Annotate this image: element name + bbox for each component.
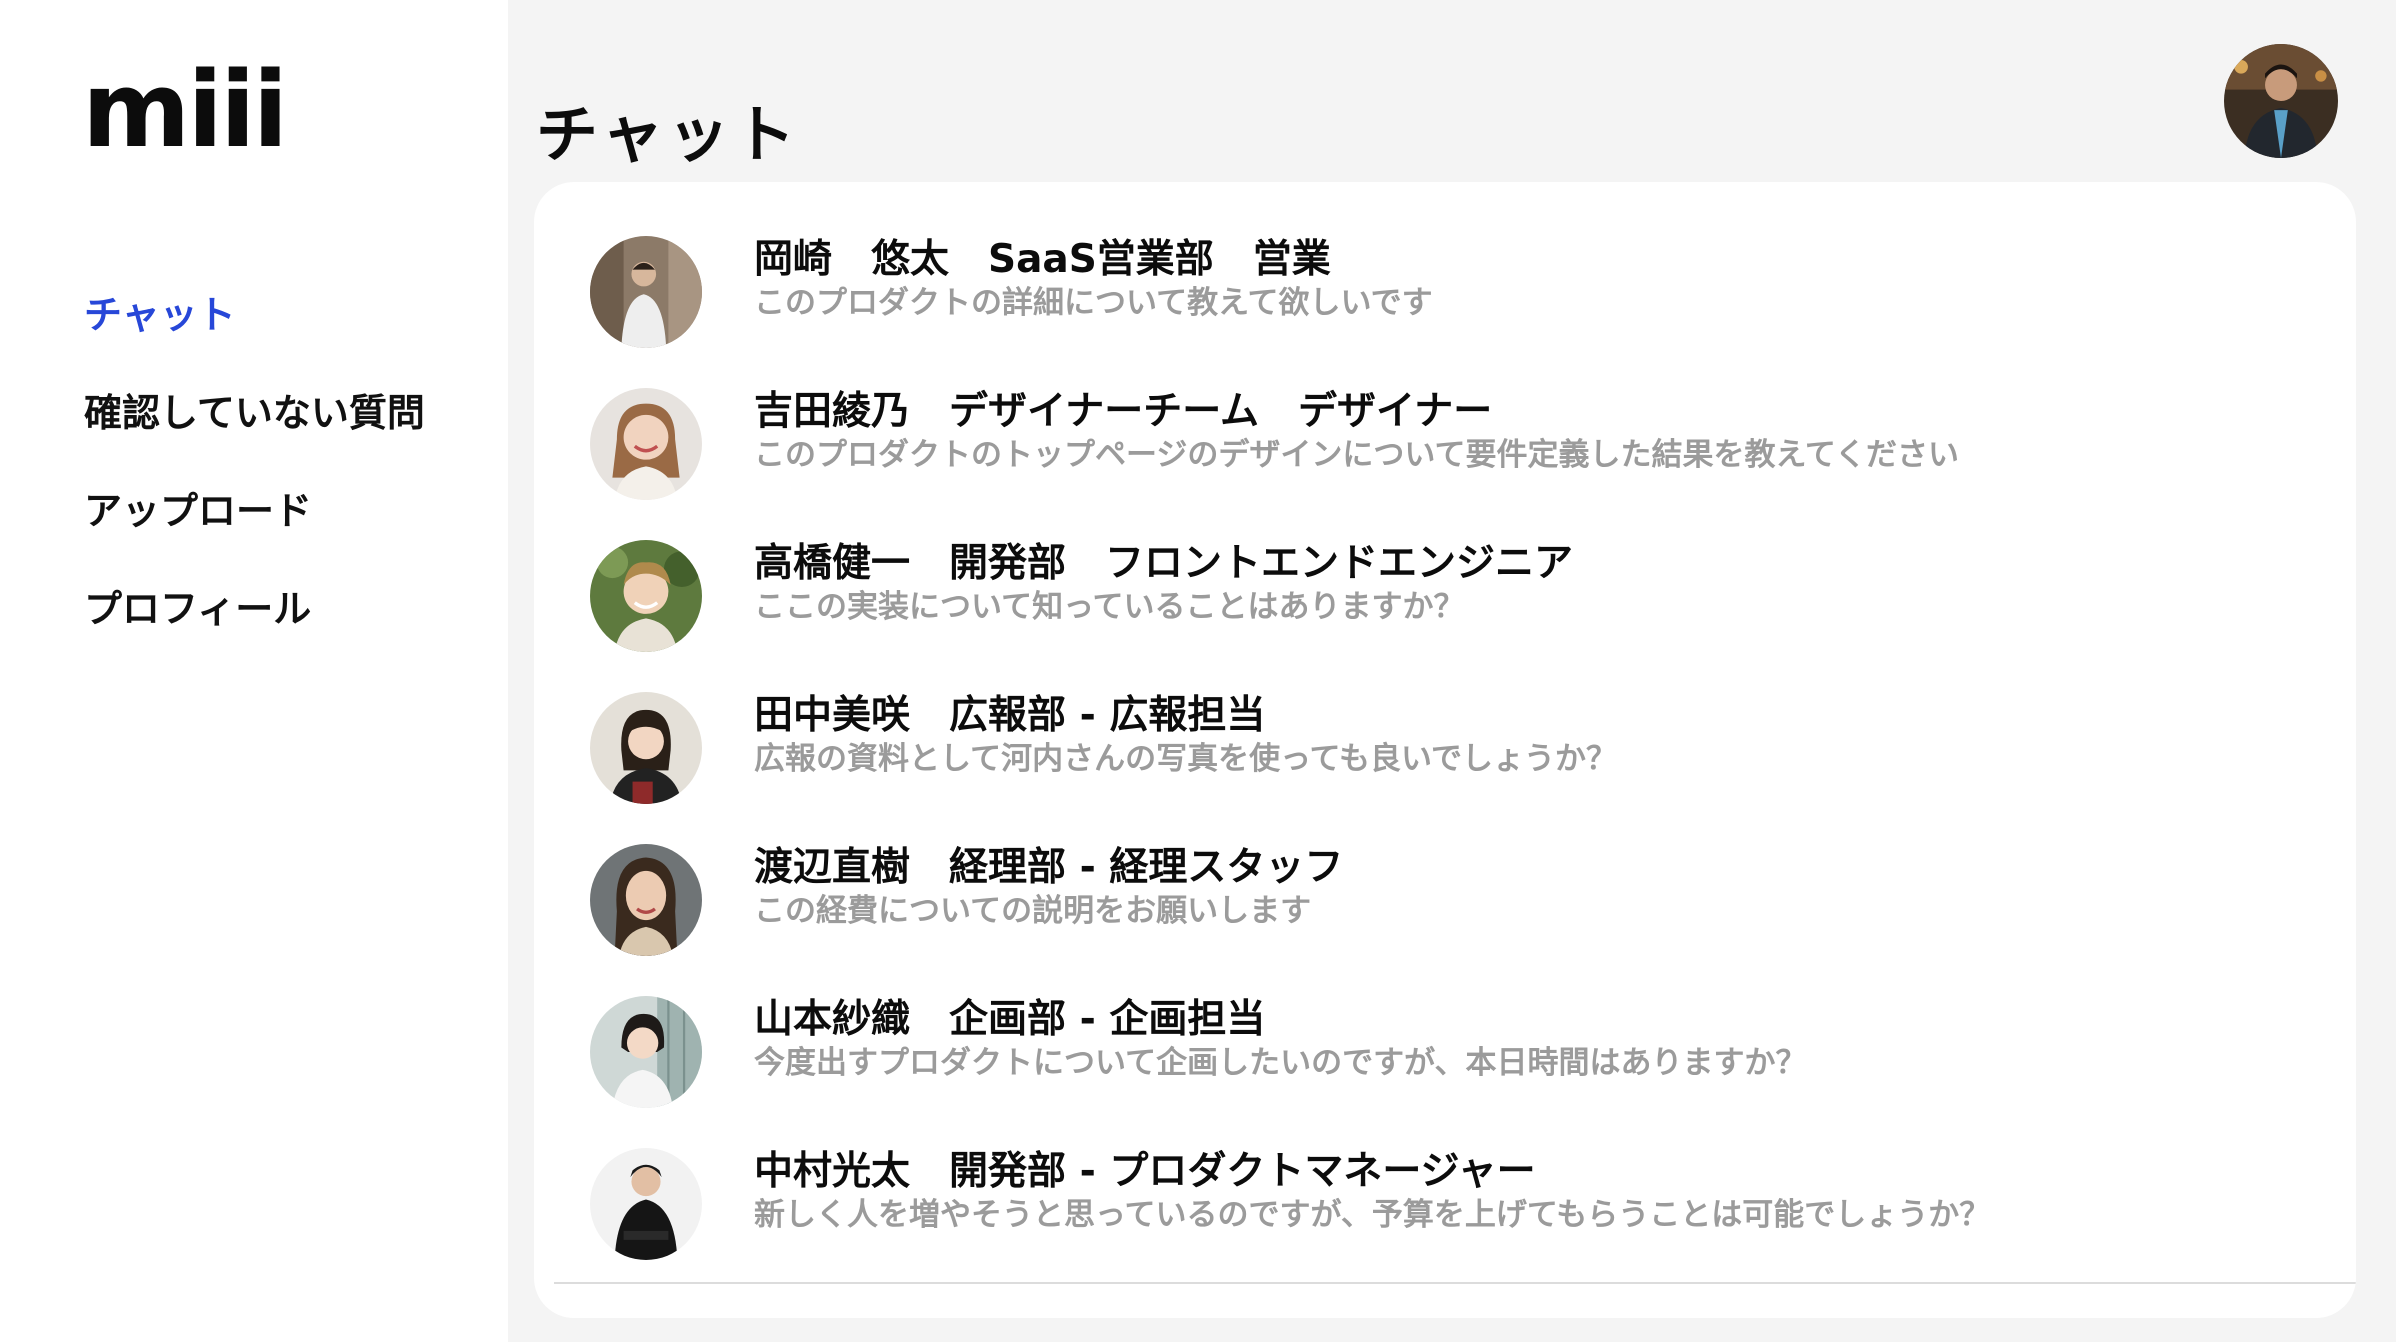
avatar-photo xyxy=(590,236,702,348)
sidebar-item-upload[interactable]: アップロード xyxy=(84,458,425,556)
chat-avatar xyxy=(590,388,702,500)
chat-sender-name: 渡辺直樹 経理部 - 経理スタッフ xyxy=(754,845,1344,890)
chat-message-preview: ここの実装について知っていることはありますか？ xyxy=(754,589,1465,625)
chat-item[interactable]: 山本紗織 企画部 - 企画担当 今度出すプロダクトについて企画したいのですが、本… xyxy=(590,996,2330,1148)
chat-item[interactable]: 高橋健一 開発部 フロントエンドエンジニア ここの実装について知っていることはあ… xyxy=(590,540,2330,692)
chat-item[interactable]: 岡崎 悠太 SaaS営業部 営業 このプロダクトの詳細について教えて欲しいです xyxy=(590,236,2330,388)
chat-avatar xyxy=(590,692,702,804)
avatar-photo xyxy=(590,844,702,956)
avatar-photo xyxy=(590,996,702,1108)
sidebar: miii チャット 確認していない質問 アップロード プロフィール xyxy=(0,0,508,1342)
chat-message-preview: このプロダクトの詳細について教えて欲しいです xyxy=(754,285,1433,321)
chat-avatar xyxy=(590,996,702,1108)
chat-sender-name: 中村光太 開発部 - プロダクトマネージャー xyxy=(754,1149,1536,1194)
chat-avatar xyxy=(590,540,702,652)
page-title: チャット xyxy=(536,97,800,171)
chat-item[interactable]: 渡辺直樹 経理部 - 経理スタッフ この経費についての説明をお願いします xyxy=(590,844,2330,996)
chat-avatar xyxy=(590,844,702,956)
chat-sender-name: 岡崎 悠太 SaaS営業部 営業 xyxy=(754,237,1331,282)
chat-message-preview: 今度出すプロダクトについて企画したいのですが、本日時間はありますか？ xyxy=(754,1045,1807,1081)
avatar-photo xyxy=(590,540,702,652)
sidebar-item-profile[interactable]: プロフィール xyxy=(84,556,425,654)
chat-sender-name: 山本紗織 企画部 - 企画担当 xyxy=(754,997,1266,1042)
chat-sender-name: 吉田綾乃 デザイナーチーム デザイナー xyxy=(754,389,1493,434)
chat-avatar xyxy=(590,1148,702,1260)
chat-item[interactable]: 吉田綾乃 デザイナーチーム デザイナー このプロダクトのトップページのデザインに… xyxy=(590,388,2330,540)
chat-sender-name: 高橋健一 開発部 フロントエンドエンジニア xyxy=(754,541,1574,586)
sidebar-item-unconfirmed-questions[interactable]: 確認していない質問 xyxy=(84,360,425,458)
chat-message-preview: このプロダクトのトップページのデザインについて要件定義した結果を教えてください xyxy=(754,437,1959,473)
avatar-photo xyxy=(590,692,702,804)
app-logo[interactable]: miii xyxy=(82,58,288,162)
chat-list: 岡崎 悠太 SaaS営業部 営業 このプロダクトの詳細について教えて欲しいです … xyxy=(590,236,2330,1300)
sidebar-nav: チャット 確認していない質問 アップロード プロフィール xyxy=(84,262,425,654)
chat-panel: 岡崎 悠太 SaaS営業部 営業 このプロダクトの詳細について教えて欲しいです … xyxy=(534,182,2356,1318)
list-divider xyxy=(554,1282,2356,1284)
chat-avatar xyxy=(590,236,702,348)
avatar-photo xyxy=(590,388,702,500)
user-avatar-photo xyxy=(2224,44,2338,158)
avatar-photo xyxy=(590,1148,702,1260)
user-avatar[interactable] xyxy=(2224,44,2338,158)
chat-sender-name: 田中美咲 広報部 - 広報担当 xyxy=(754,693,1266,738)
chat-item[interactable]: 田中美咲 広報部 - 広報担当 広報の資料として河内さんの写真を使っても良いでし… xyxy=(590,692,2330,844)
chat-message-preview: この経費についての説明をお願いします xyxy=(754,893,1312,929)
chat-item[interactable]: 中村光太 開発部 - プロダクトマネージャー 新しく人を増やそうと思っているので… xyxy=(590,1148,2330,1300)
chat-message-preview: 新しく人を増やそうと思っているのですが、予算を上げてもらうことは可能でしょうか？ xyxy=(754,1197,1991,1233)
sidebar-item-chat[interactable]: チャット xyxy=(84,262,425,360)
chat-message-preview: 広報の資料として河内さんの写真を使っても良いでしょうか？ xyxy=(754,741,1618,777)
